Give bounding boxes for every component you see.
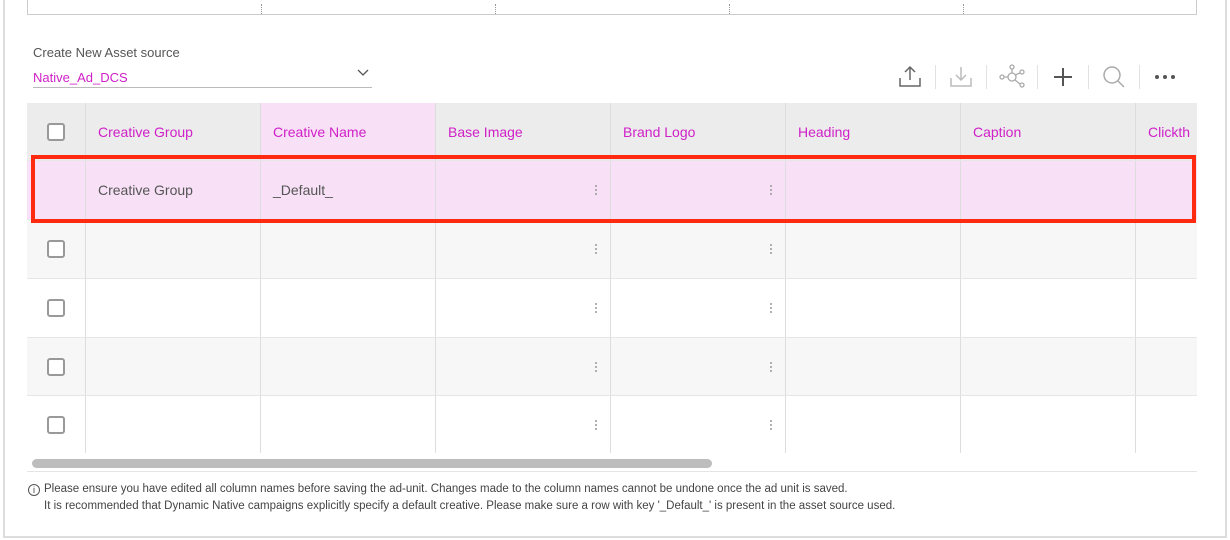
cell-creative-group[interactable] xyxy=(86,396,261,453)
chevron-down-icon xyxy=(357,69,369,76)
cell-creative-name[interactable] xyxy=(261,220,436,278)
cell[interactable] xyxy=(961,396,1136,453)
cell-creative-group[interactable] xyxy=(86,279,261,337)
plus-icon xyxy=(1054,68,1072,86)
cell-creative-name[interactable] xyxy=(261,338,436,396)
cell[interactable] xyxy=(961,220,1136,278)
column-header[interactable]: Clickth xyxy=(1136,103,1197,160)
cell-image[interactable] xyxy=(436,338,611,396)
kebab-menu-icon[interactable] xyxy=(594,301,598,315)
more-icon xyxy=(1155,75,1175,79)
cell-image[interactable] xyxy=(611,396,786,453)
asset-source-label: Create New Asset source xyxy=(33,45,180,60)
network-icon xyxy=(999,64,1025,88)
cell-creative-name[interactable]: _Default_ xyxy=(261,161,436,219)
horizontal-scrollbar[interactable] xyxy=(27,456,1197,472)
asset-source-value: Native_Ad_DCS xyxy=(33,70,128,85)
cell[interactable] xyxy=(961,338,1136,396)
row-select-cell xyxy=(27,220,86,278)
kebab-menu-icon[interactable] xyxy=(769,418,773,432)
cell-image[interactable] xyxy=(436,220,611,278)
cell[interactable] xyxy=(786,279,961,337)
column-header[interactable]: Caption xyxy=(961,103,1136,160)
row-select-cell xyxy=(27,338,86,396)
row-checkbox[interactable] xyxy=(47,415,65,434)
column-header[interactable]: Base Image xyxy=(436,103,611,160)
cell-image[interactable] xyxy=(436,161,611,219)
cell-image[interactable] xyxy=(436,279,611,337)
cell[interactable] xyxy=(1136,279,1197,337)
cell[interactable] xyxy=(786,220,961,278)
cell[interactable] xyxy=(961,279,1136,337)
cell[interactable] xyxy=(1136,161,1197,219)
table-header: Creative Group Creative Name Base Image … xyxy=(27,103,1197,160)
cell-creative-group[interactable] xyxy=(86,338,261,396)
column-header[interactable]: Heading xyxy=(786,103,961,160)
row-checkbox[interactable] xyxy=(47,358,65,376)
cell-image[interactable] xyxy=(436,396,611,453)
table-row[interactable]: Creative Group _Default_ xyxy=(27,160,1197,219)
kebab-menu-icon[interactable] xyxy=(769,360,773,374)
cell[interactable] xyxy=(961,161,1136,219)
column-header[interactable]: Brand Logo xyxy=(611,103,786,160)
cell-image[interactable] xyxy=(611,161,786,219)
kebab-menu-icon[interactable] xyxy=(594,183,598,197)
cell-creative-group[interactable] xyxy=(86,220,261,278)
kebab-menu-icon[interactable] xyxy=(594,242,598,256)
download-button[interactable] xyxy=(946,62,976,92)
table-row[interactable] xyxy=(27,337,1197,396)
column-header[interactable]: Creative Group xyxy=(86,103,261,160)
row-checkbox[interactable] xyxy=(47,299,65,317)
cell-image[interactable] xyxy=(611,338,786,396)
cell[interactable] xyxy=(1136,396,1197,453)
cell[interactable] xyxy=(786,396,961,453)
note-line-1: Please ensure you have edited all column… xyxy=(44,483,848,495)
table-row[interactable] xyxy=(27,219,1197,278)
table-row[interactable] xyxy=(27,278,1197,337)
cell[interactable] xyxy=(1136,220,1197,278)
add-button[interactable] xyxy=(1048,62,1078,92)
download-icon xyxy=(950,67,972,87)
asset-source-select[interactable]: Native_Ad_DCS xyxy=(33,66,372,88)
table-row[interactable] xyxy=(27,395,1197,453)
select-all-checkbox[interactable] xyxy=(47,122,65,141)
cell[interactable] xyxy=(786,161,961,219)
upload-icon xyxy=(899,65,921,87)
kebab-menu-icon[interactable] xyxy=(594,418,598,432)
cell-image[interactable] xyxy=(611,279,786,337)
row-select-cell xyxy=(27,279,86,337)
cell-creative-group[interactable]: Creative Group xyxy=(86,161,261,219)
cell-creative-name[interactable] xyxy=(261,396,436,453)
row-select-cell xyxy=(27,396,86,453)
row-select-cell xyxy=(27,161,86,219)
cell-creative-name[interactable] xyxy=(261,279,436,337)
kebab-menu-icon[interactable] xyxy=(594,360,598,374)
more-button[interactable] xyxy=(1150,62,1180,92)
search-button[interactable] xyxy=(1099,62,1129,92)
cell-image[interactable] xyxy=(611,220,786,278)
cell[interactable] xyxy=(786,338,961,396)
table-toolbar xyxy=(895,62,1180,92)
cell[interactable] xyxy=(1136,338,1197,396)
search-icon xyxy=(1103,66,1125,88)
network-button[interactable] xyxy=(997,62,1027,92)
kebab-menu-icon[interactable] xyxy=(769,242,773,256)
previous-table-edge xyxy=(27,0,1197,15)
scrollbar-thumb[interactable] xyxy=(32,459,712,468)
kebab-menu-icon[interactable] xyxy=(769,301,773,315)
row-checkbox[interactable] xyxy=(47,240,65,258)
note-line-2: It is recommended that Dynamic Native ca… xyxy=(44,500,896,512)
asset-table: Creative Group Creative Name Base Image … xyxy=(27,103,1197,453)
column-header[interactable]: Creative Name xyxy=(261,103,436,160)
notes: i Please ensure you have edited all colum… xyxy=(28,481,895,515)
upload-button[interactable] xyxy=(895,62,925,92)
info-icon: i xyxy=(28,484,40,496)
kebab-menu-icon[interactable] xyxy=(769,183,773,197)
